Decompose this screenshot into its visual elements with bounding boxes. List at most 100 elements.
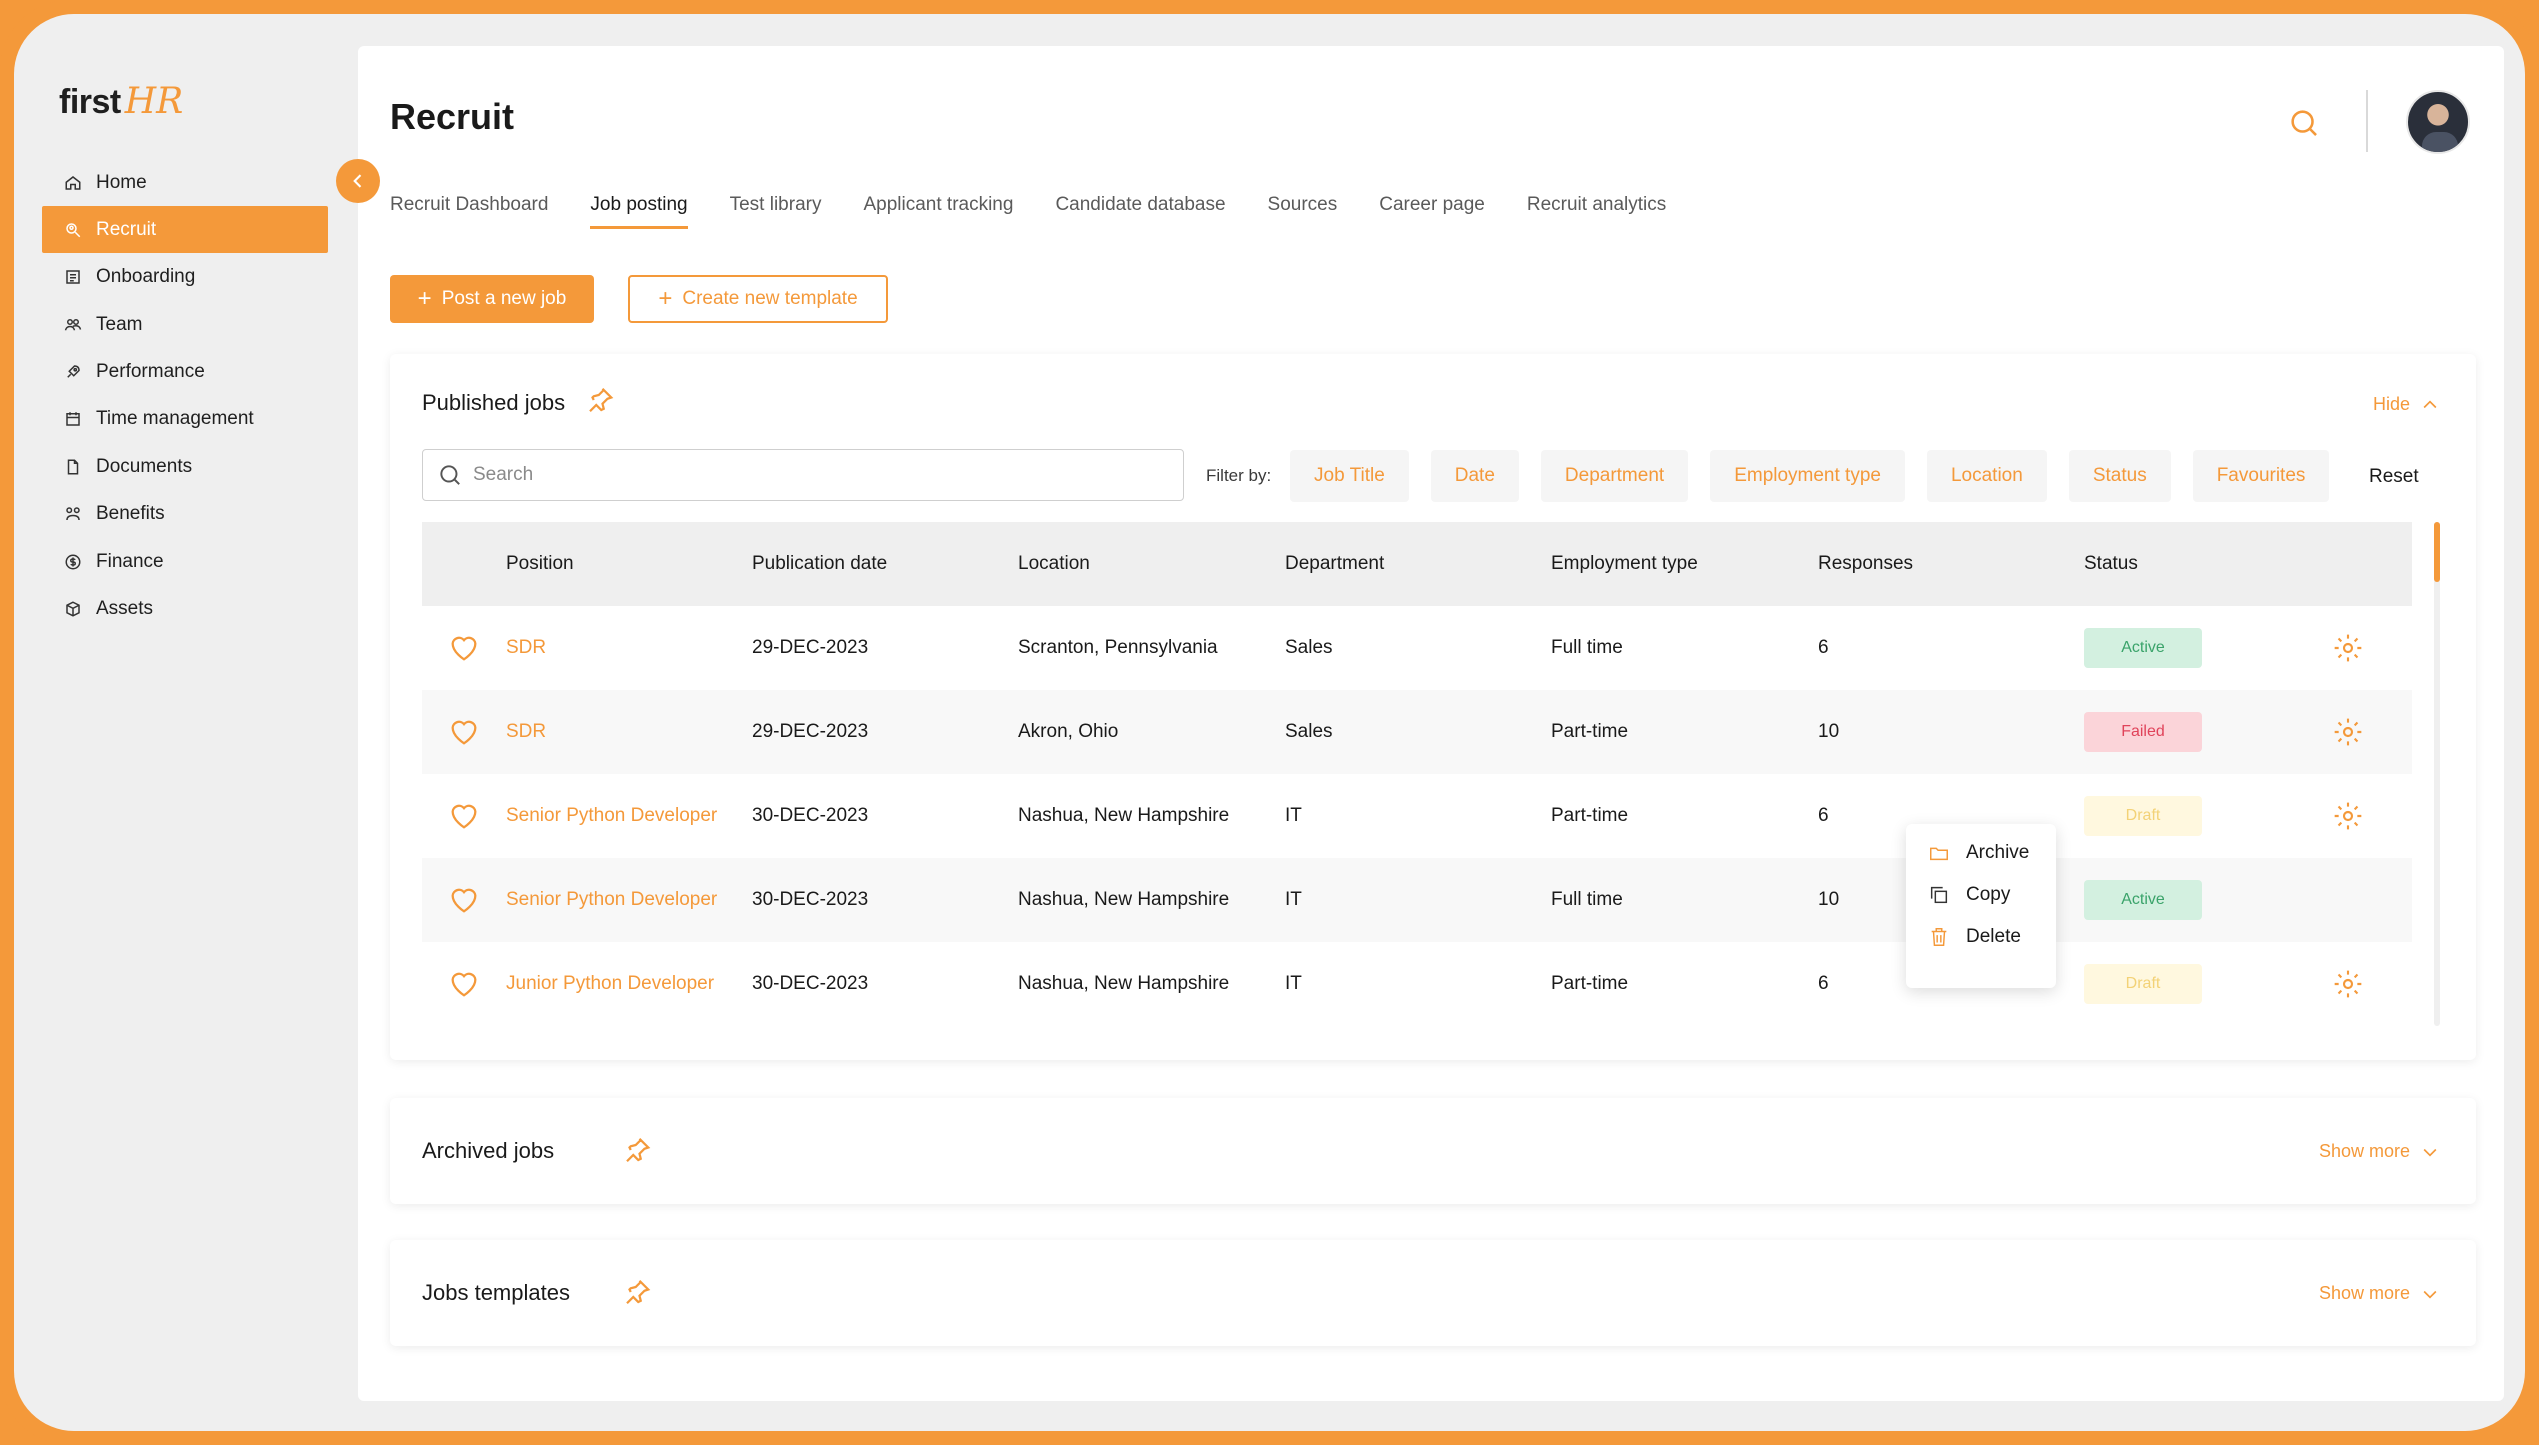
calendar-icon: [62, 408, 84, 430]
filter-department[interactable]: Department: [1540, 450, 1689, 502]
filter-job-title[interactable]: Job Title: [1290, 450, 1409, 502]
job-position-link[interactable]: SDR: [506, 637, 752, 659]
pin-icon[interactable]: [585, 385, 615, 415]
column-status[interactable]: Status: [2084, 553, 2284, 575]
tab-bar: Recruit Dashboard Job posting Test libra…: [390, 194, 1708, 229]
table-row: Senior Python Developer 30-DEC-2023 Nash…: [422, 858, 2412, 942]
rocket-icon: [62, 361, 84, 383]
filter-employment-type[interactable]: Employment type: [1710, 450, 1905, 502]
sidebar-item-assets[interactable]: Assets: [42, 586, 328, 633]
table-header: Position Publication date Location Depar…: [422, 522, 2412, 606]
pin-icon[interactable]: [622, 1277, 652, 1307]
archived-jobs-card: Archived jobs Show more: [390, 1098, 2476, 1204]
published-jobs-title: Published jobs: [422, 390, 566, 415]
create-template-button[interactable]: + Create new template: [628, 275, 888, 323]
tab-career-page[interactable]: Career page: [1379, 194, 1485, 229]
sidebar-item-onboarding[interactable]: Onboarding: [42, 254, 328, 301]
device-frame: first HR Home Recruit Onboarding Team Pe…: [0, 0, 2539, 1445]
column-publication-date[interactable]: Publication date: [752, 553, 1018, 575]
plus-icon: +: [658, 285, 673, 312]
show-more-archived-button[interactable]: Show more: [2319, 1141, 2440, 1162]
avatar[interactable]: [2406, 90, 2470, 154]
post-new-job-button[interactable]: + Post a new job: [390, 275, 594, 323]
box-icon: [62, 598, 84, 620]
sidebar-item-home[interactable]: Home: [42, 159, 328, 206]
chevron-up-icon: [2423, 399, 2437, 408]
heart-icon[interactable]: [422, 715, 506, 749]
job-position-link[interactable]: SDR: [506, 721, 752, 743]
status-badge: Draft: [2084, 964, 2202, 1004]
dollar-icon: [62, 551, 84, 573]
search-icon[interactable]: [2287, 106, 2321, 140]
header-divider: [2366, 90, 2368, 152]
table-row: SDR 29-DEC-2023 Scranton, Pennsylvania S…: [422, 606, 2412, 690]
copy-icon: [1930, 886, 1948, 904]
filter-label: Filter by:: [1206, 466, 1272, 485]
archive-menu-item[interactable]: Archive: [1906, 832, 2056, 874]
pin-icon[interactable]: [622, 1135, 652, 1165]
scrollbar-thumb[interactable]: [2434, 522, 2440, 582]
filter-status[interactable]: Status: [2068, 450, 2171, 502]
jobs-table: Position Publication date Location Depar…: [422, 522, 2412, 1026]
column-position[interactable]: Position: [506, 553, 752, 575]
hide-published-button[interactable]: Hide: [2373, 394, 2440, 415]
heart-icon[interactable]: [422, 883, 506, 917]
table-row: Junior Python Developer 30-DEC-2023 Nash…: [422, 942, 2412, 1026]
tab-applicant-tracking[interactable]: Applicant tracking: [863, 194, 1013, 229]
job-position-link[interactable]: Senior Python Developer: [506, 805, 752, 827]
page-title: Recruit: [390, 96, 515, 137]
filter-chips: Job Title Date Department Employment typ…: [1290, 450, 2351, 502]
main-panel: Recruit Recruit Dashboard Job posting Te…: [358, 46, 2504, 1401]
tab-recruit-dashboard[interactable]: Recruit Dashboard: [390, 194, 548, 229]
row-context-menu: Archive Copy Delete: [1906, 824, 2056, 988]
sidebar-item-performance[interactable]: Performance: [42, 349, 328, 396]
sidebar-item-team[interactable]: Team: [42, 301, 328, 348]
filter-favourites[interactable]: Favourites: [2192, 450, 2330, 502]
heart-icon[interactable]: [422, 631, 506, 665]
search-input-wrapper: [422, 449, 1184, 501]
search-icon: [440, 465, 460, 485]
trash-icon: [1931, 928, 1947, 946]
tab-sources[interactable]: Sources: [1268, 194, 1338, 229]
gear-icon[interactable]: [2284, 800, 2412, 832]
collapse-sidebar-button[interactable]: [336, 159, 380, 203]
table-scrollbar[interactable]: [2434, 522, 2440, 1026]
column-department[interactable]: Department: [1285, 553, 1551, 575]
job-position-link[interactable]: Senior Python Developer: [506, 889, 752, 911]
search-person-icon: [62, 219, 84, 241]
copy-menu-item[interactable]: Copy: [1906, 874, 2056, 916]
chevron-down-icon: [2423, 1148, 2437, 1157]
delete-menu-item[interactable]: Delete: [1906, 916, 2056, 958]
search-input[interactable]: [473, 464, 1153, 486]
gear-icon[interactable]: [2284, 716, 2412, 748]
gear-icon[interactable]: [2284, 632, 2412, 664]
plus-icon: +: [417, 285, 432, 312]
sidebar-item-finance[interactable]: Finance: [42, 538, 328, 585]
tab-candidate-database[interactable]: Candidate database: [1055, 194, 1225, 229]
column-employment-type[interactable]: Employment type: [1551, 553, 1818, 575]
column-location[interactable]: Location: [1018, 553, 1285, 575]
tab-recruit-analytics[interactable]: Recruit analytics: [1527, 194, 1666, 229]
column-responses[interactable]: Responses: [1818, 553, 2084, 575]
team-icon: [62, 314, 84, 336]
document-icon: [62, 456, 84, 478]
status-badge: Active: [2084, 628, 2202, 668]
sidebar-item-time-management[interactable]: Time management: [42, 396, 328, 443]
heart-icon[interactable]: [422, 799, 506, 833]
job-position-link[interactable]: Junior Python Developer: [506, 973, 752, 995]
status-badge: Failed: [2084, 712, 2202, 752]
gear-icon[interactable]: [2284, 968, 2412, 1000]
filter-date[interactable]: Date: [1430, 450, 1519, 502]
reset-filters-button[interactable]: Reset: [2369, 466, 2419, 488]
sidebar-item-recruit[interactable]: Recruit: [42, 206, 328, 254]
tab-test-library[interactable]: Test library: [730, 194, 822, 229]
home-icon: [62, 172, 84, 194]
tab-job-posting[interactable]: Job posting: [590, 194, 688, 229]
heart-icon[interactable]: [422, 967, 506, 1001]
jobs-templates-card: Jobs templates Show more: [390, 1240, 2476, 1346]
sidebar-item-benefits[interactable]: Benefits: [42, 491, 328, 538]
sidebar-item-documents[interactable]: Documents: [42, 443, 328, 490]
onboarding-icon: [62, 266, 84, 288]
show-more-templates-button[interactable]: Show more: [2319, 1283, 2440, 1304]
filter-location[interactable]: Location: [1926, 450, 2047, 502]
